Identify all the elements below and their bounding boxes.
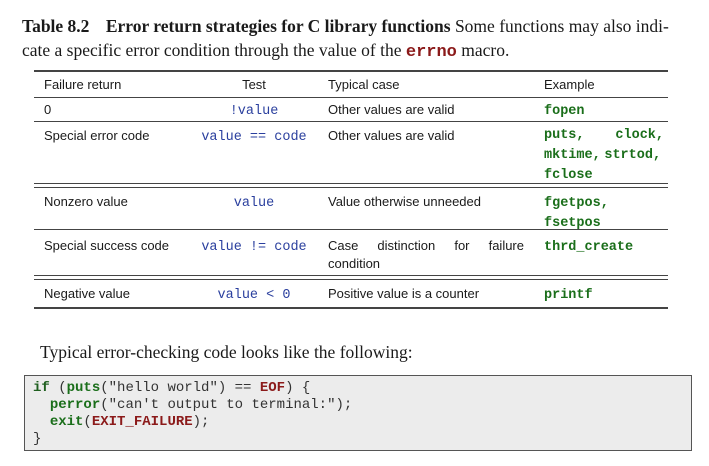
caption-title: Error return strategies for C library fu… — [105, 16, 451, 36]
row-double-rule-a — [34, 275, 668, 276]
caption-label: Table 8.2 — [22, 16, 90, 36]
row4-example-thrd-create: thrd_create — [544, 240, 634, 255]
code-closing-brace: } — [33, 431, 42, 447]
row5-failure: Negative value — [44, 286, 130, 301]
code-exit-failure-constant: EXIT_FAILURE — [91, 414, 193, 430]
row3-failure: Nonzero value — [44, 194, 128, 209]
row1-typical: Other values are valid — [328, 102, 455, 117]
row5-test: value < 0 — [217, 288, 291, 303]
row2-example-fclose: fclose — [544, 168, 593, 183]
row-double-rule-a — [34, 183, 668, 184]
row2-example-clock: clock, — [615, 128, 664, 143]
row2-example: puts, clock, mktime, strtod, fclose — [544, 127, 664, 185]
row2-example-strtod: strtod, — [604, 148, 662, 163]
row2-example-mktime: mktime, — [544, 148, 601, 163]
row2-failure: Special error code — [44, 128, 150, 143]
row3-test: value — [233, 196, 275, 211]
row1-example-fopen: fopen — [544, 104, 585, 119]
header-typical-case: Typical case — [328, 77, 400, 92]
row-double-rule-b — [34, 279, 668, 280]
table-caption: Table 8.2 Error return strategies for C … — [22, 14, 692, 65]
row4-failure: Special success code — [44, 238, 170, 253]
row-rule — [34, 121, 668, 122]
code-listing: if (puts("hello world") == EOF) { perror… — [24, 375, 692, 451]
row5-typical: Positive value is a counter — [328, 286, 480, 301]
header-rule — [34, 97, 668, 98]
code-eof-constant: EOF — [259, 380, 286, 396]
caption-text-3: macro. — [461, 40, 510, 60]
caption-text-2: cate a specific error condition through … — [22, 40, 402, 60]
row-rule — [34, 229, 668, 230]
code-if-keyword: if — [33, 380, 50, 396]
code-puts-call: puts — [66, 380, 101, 396]
code-perror-call: perror — [49, 397, 101, 413]
table-bottom-rule — [34, 307, 668, 309]
code-block: if (puts("hello world") == EOF) { perror… — [33, 380, 353, 447]
table-top-rule — [34, 70, 668, 72]
header-test: Test — [242, 77, 266, 92]
header-example: Example — [544, 77, 595, 92]
row2-typical: Other values are valid — [328, 128, 455, 143]
row3-typical: Value otherwise unneeded — [328, 194, 481, 209]
row1-failure: 0 — [44, 102, 52, 117]
row-double-rule-b — [34, 187, 668, 188]
row1-test: !value — [229, 104, 279, 119]
row2-test: value == code — [201, 130, 307, 145]
row4-typical: Case distinction for failure condition — [328, 238, 524, 271]
typical-code-intro: Typical error-checking code looks like t… — [40, 342, 413, 362]
caption-text-1: Some functions may also indi- — [454, 16, 669, 36]
row3-example: fgetpos, fsetpos — [544, 193, 609, 233]
caption-code-word: errno — [405, 43, 457, 62]
row2-example-puts: puts, — [544, 128, 585, 143]
row4-test: value != code — [201, 240, 307, 255]
code-exit-call: exit — [49, 414, 84, 430]
row5-example-printf: printf — [544, 288, 593, 303]
row3-example-fgetpos: fgetpos, — [544, 196, 609, 211]
header-failure-return: Failure return — [44, 77, 122, 92]
